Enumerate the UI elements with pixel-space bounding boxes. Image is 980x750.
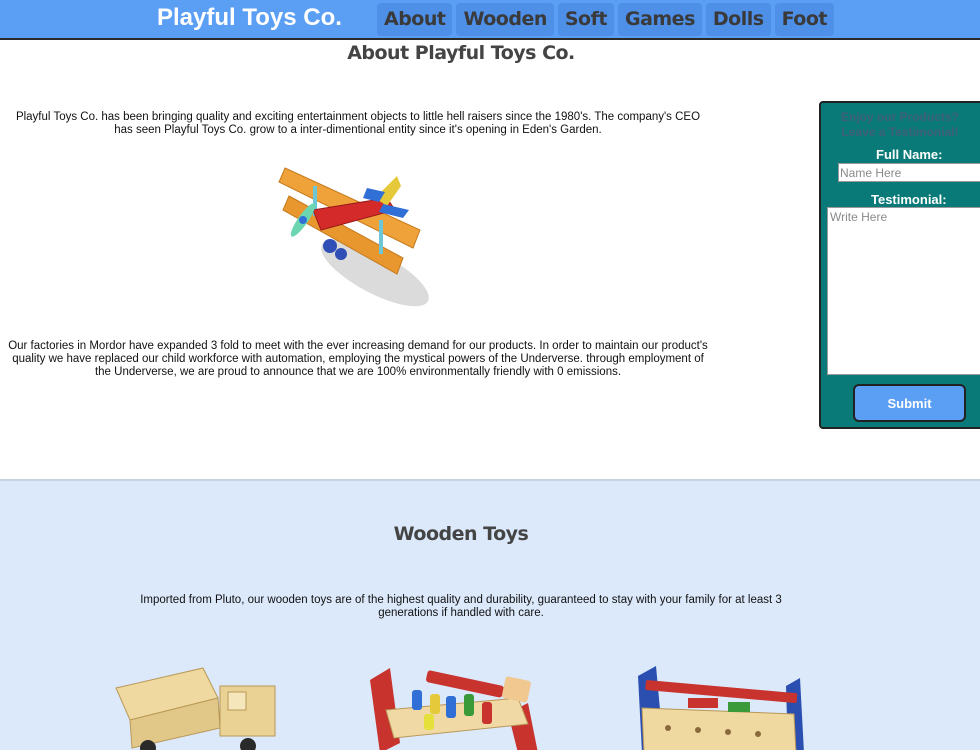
wooden-section-description: Imported from Pluto, our wooden toys are… xyxy=(140,594,782,619)
wooden-section-title: Wooden Toys xyxy=(393,523,529,545)
wooden-toys-section: Wooden Toys Imported from Pluto, our woo… xyxy=(0,479,980,750)
submit-button[interactable]: Submit xyxy=(853,384,966,422)
brand-logo-text[interactable]: Playful Toys Co. xyxy=(157,4,342,32)
nav-link-dolls[interactable]: Dolls xyxy=(705,3,771,36)
testimonial-heading: Enjoy our Products? Leave a Testimonial! xyxy=(821,110,979,140)
nav-links: About Wooden Soft Games Dolls Foot xyxy=(377,3,834,36)
wooden-pound-bench-image xyxy=(370,668,538,750)
testimonial-textarea[interactable] xyxy=(827,207,980,375)
wooden-tool-box-image xyxy=(638,666,804,750)
toy-airplane-image xyxy=(278,167,429,307)
testimonial-heading-line2: Leave a Testimonial! xyxy=(841,125,959,139)
wooden-truck-image xyxy=(115,667,276,750)
nav-link-soft[interactable]: Soft xyxy=(557,3,614,36)
about-paragraph-history: Playful Toys Co. has been bringing quali… xyxy=(15,111,701,136)
full-name-input[interactable] xyxy=(838,163,980,182)
about-section-title: About Playful Toys Co. xyxy=(347,42,575,64)
full-name-label: Full Name: xyxy=(876,147,943,162)
nav-link-about[interactable]: About xyxy=(377,3,453,36)
nav-link-wooden[interactable]: Wooden xyxy=(456,3,554,36)
nav-link-foot[interactable]: Foot xyxy=(774,3,834,36)
testimonial-form: Enjoy our Products? Leave a Testimonial!… xyxy=(819,101,980,429)
testimonial-heading-line1: Enjoy our Products? xyxy=(840,110,959,124)
testimonial-label: Testimonial: xyxy=(871,192,947,207)
top-navigation-bar: Playful Toys Co. About Wooden Soft Games… xyxy=(0,0,980,40)
nav-link-games[interactable]: Games xyxy=(617,3,702,36)
about-paragraph-factories: Our factories in Mordor have expanded 3 … xyxy=(8,340,708,378)
